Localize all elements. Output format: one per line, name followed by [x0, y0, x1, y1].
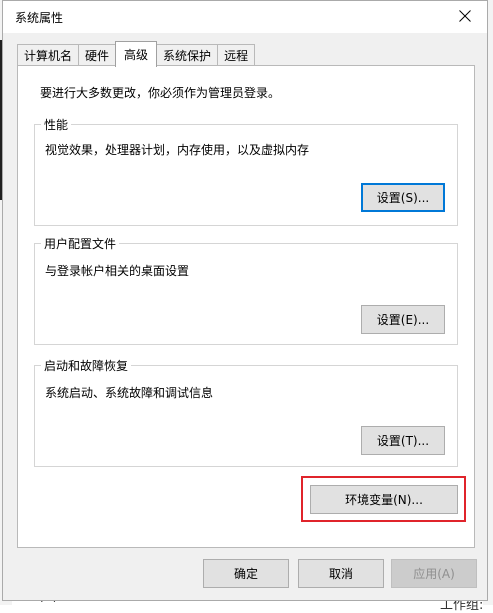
admin-notice: 要进行大多数更改，你必须作为管理员登录。	[40, 86, 281, 100]
window-title: 系统属性	[15, 11, 64, 25]
close-icon	[459, 10, 471, 22]
user-profiles-settings-button[interactable]: 设置(E)...	[361, 305, 445, 334]
tab-system-protection[interactable]: 系统保护	[156, 44, 219, 66]
tab-strip: 计算机名 硬件 高级 系统保护 远程	[17, 41, 256, 67]
startup-recovery-group: 启动和故障恢复 系统启动、系统故障和调试信息 设置(T)...	[34, 357, 458, 467]
performance-group-title: 性能	[41, 116, 72, 133]
performance-settings-button[interactable]: 设置(S)...	[361, 183, 445, 212]
user-profiles-description: 与登录帐户相关的桌面设置	[45, 264, 190, 278]
performance-group: 性能 视觉效果，处理器计划，内存使用，以及虚拟内存 设置(S)...	[34, 116, 458, 226]
system-properties-dialog: 系统属性 计算机名 硬件 高级 系统保护 远程 要进行大多数更改，你必须作为管理…	[2, 0, 488, 601]
apply-button[interactable]: 应用(A)	[391, 559, 477, 588]
advanced-tab-panel: 要进行大多数更改，你必须作为管理员登录。 性能 视觉效果，处理器计划，内存使用，…	[17, 65, 475, 548]
ok-button[interactable]: 确定	[203, 559, 289, 588]
tab-remote[interactable]: 远程	[217, 44, 256, 66]
tab-hardware[interactable]: 硬件	[78, 44, 117, 66]
highlight-annotation	[301, 476, 466, 522]
startup-recovery-settings-button[interactable]: 设置(T)...	[361, 426, 445, 455]
close-button[interactable]	[443, 1, 487, 31]
tab-computer-name[interactable]: 计算机名	[17, 44, 80, 66]
cancel-button[interactable]: 取消	[298, 559, 384, 588]
startup-recovery-group-title: 启动和故障恢复	[41, 357, 132, 374]
performance-description: 视觉效果，处理器计划，内存使用，以及虚拟内存	[45, 143, 310, 157]
user-profiles-group-title: 用户配置文件	[41, 235, 120, 252]
user-profiles-group: 用户配置文件 与登录帐户相关的桌面设置 设置(E)...	[34, 235, 458, 345]
title-bar: 系统属性	[3, 1, 487, 33]
startup-recovery-description: 系统启动、系统故障和调试信息	[45, 386, 214, 400]
tab-advanced[interactable]: 高级	[115, 41, 158, 67]
